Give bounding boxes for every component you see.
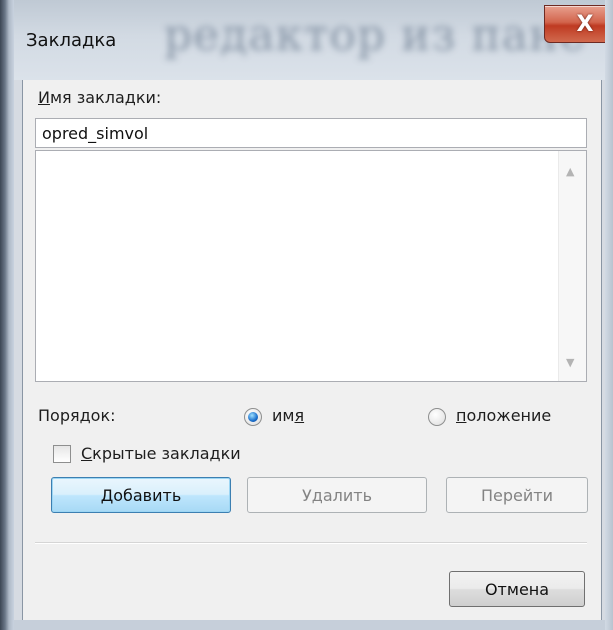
go-to-button[interactable]: Перейти [446,477,588,513]
bookmark-name-label-text: мя закладки: [49,88,162,107]
add-button-mnemonic: Д [100,485,114,505]
sort-by-name-option[interactable]: имя [272,406,304,425]
close-button[interactable]: X [544,5,605,43]
close-icon: X [576,11,594,37]
window-left-frame [0,0,14,630]
separator-line [35,542,587,544]
title-bar[interactable]: редактор из пане Закладка X [14,0,605,80]
radio-checked-icon[interactable] [244,408,262,426]
hidden-bookmarks-checkbox-label[interactable]: Скрытые закладки [81,444,241,463]
sort-by-position-text: оложение [466,406,552,425]
listbox-scrollbar[interactable]: ▲ ▼ [558,151,586,381]
dialog-title: Закладка [26,30,117,51]
cancel-button[interactable]: Отмена [449,571,585,607]
scroll-up-arrow-icon[interactable]: ▲ [566,165,574,178]
dialog-client-area: Имя закладки: ▲ ▼ Порядок: имя положение… [22,80,602,621]
scroll-down-arrow-icon[interactable]: ▼ [566,356,574,369]
add-button[interactable]: Добавить [51,477,231,513]
window-bottom-frame [14,620,605,630]
add-button-label: обавить [113,485,182,505]
sort-by-name-text: им [272,406,295,425]
delete-button[interactable]: Удалить [247,477,427,513]
background-window-text: редактор из пане [164,10,587,61]
hidden-bookmarks-mnemonic: С [81,444,93,463]
bookmarks-listbox[interactable]: ▲ ▼ [35,150,587,382]
window-right-frame [605,0,613,630]
checkbox-icon[interactable] [53,445,71,463]
sort-order-label: Порядок: [38,406,116,425]
bookmark-name-mnemonic: И [38,88,50,107]
radio-unchecked-icon[interactable] [428,408,446,426]
bookmark-name-label: Имя закладки: [38,88,161,107]
sort-by-position-mnemonic: п [456,406,467,425]
bookmark-name-input[interactable] [35,118,587,148]
sort-by-name-mnemonic: я [294,406,305,425]
sort-by-position-option[interactable]: положение [456,406,551,425]
hidden-bookmarks-text: крытые закладки [92,444,241,463]
